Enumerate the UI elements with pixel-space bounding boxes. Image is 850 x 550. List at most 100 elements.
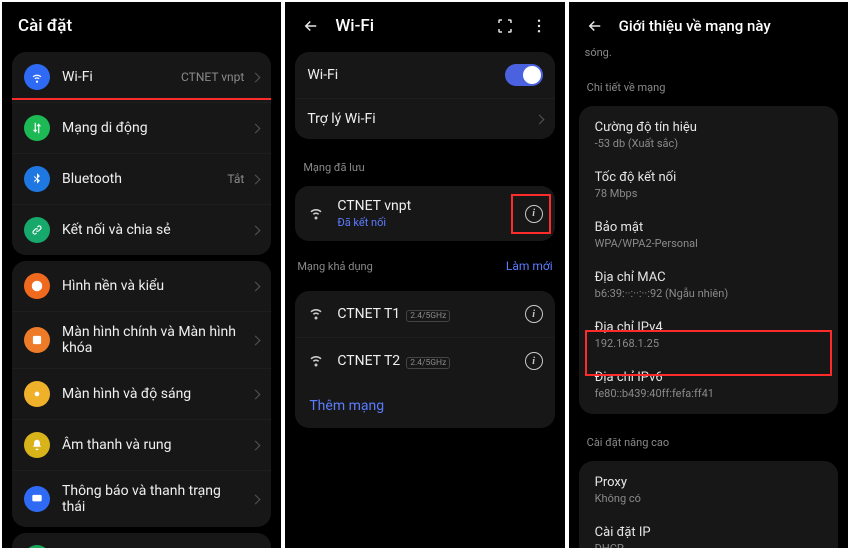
row-label: Wi-Fi: [62, 69, 169, 85]
wifi-assistant-row[interactable]: Trợ lý Wi-Fi: [295, 98, 554, 139]
more-icon[interactable]: [529, 16, 549, 36]
header: Cài đặt: [2, 2, 281, 46]
chevron-right-icon: [251, 389, 261, 399]
chevron-right-icon: [251, 494, 261, 504]
saved-network-card: CTNET vnpt Đã kết nối i: [295, 186, 554, 241]
settings-row-notifications[interactable]: Thông báo và thanh trạng thái: [12, 470, 271, 527]
info-icon[interactable]: i: [525, 305, 543, 323]
chevron-right-icon: [251, 72, 261, 82]
scan-icon[interactable]: [495, 16, 515, 36]
detail-security: Bảo mật WPA/WPA2-Personal: [579, 210, 838, 260]
detail-proxy[interactable]: Proxy Không có: [579, 465, 838, 515]
detail-label: Địa chỉ IPv4: [595, 320, 822, 335]
info-icon[interactable]: i: [525, 352, 543, 370]
advanced-label: Cài đặt nâng cao: [569, 420, 848, 455]
ssid: CTNET vnpt: [337, 198, 512, 214]
settings-row-brightness[interactable]: Màn hình và độ sáng: [12, 368, 271, 419]
page-title: Giới thiệu về mạng này: [619, 17, 771, 35]
detail-label: Địa chỉ MAC: [595, 270, 822, 285]
chevron-right-icon: [251, 174, 261, 184]
home-icon: [24, 327, 50, 353]
available-networks-card: CTNET T12.4/5GHz i CTNET T22.4/5GHz i Th…: [295, 291, 554, 428]
network-details-label: Chi tiết về mạng: [569, 65, 848, 100]
network-row-connected[interactable]: CTNET vnpt Đã kết nối i: [295, 186, 554, 241]
comment-icon: [24, 486, 50, 512]
arrows-icon: [24, 115, 50, 141]
chevron-right-icon: [251, 123, 261, 133]
back-button[interactable]: [301, 16, 321, 36]
detail-speed: Tốc độ kết nối 78 Mbps: [579, 160, 838, 210]
detail-ipv6: Địa chỉ IPv6 fe80::b439:40ff:fefa:ff41: [579, 360, 838, 410]
settings-row-wifi[interactable]: Wi-Fi CTNET vnpt: [12, 52, 271, 102]
detail-value: Không có: [595, 492, 822, 505]
row-label: Thông báo và thanh trạng thái: [62, 483, 240, 515]
bluetooth-icon: [24, 166, 50, 192]
detail-value: b6:39:··:··:··:92 (Ngẫu nhiên): [595, 287, 822, 300]
wifi-lock-icon: [307, 350, 325, 372]
wifi-toggle-row[interactable]: Wi-Fi: [295, 52, 554, 98]
palette-icon: [24, 273, 50, 299]
page-title: Wi-Fi: [335, 16, 374, 36]
detail-label: Cài đặt IP: [595, 525, 822, 540]
detail-label: Địa chỉ IPv6: [595, 370, 822, 385]
connection-status: Đã kết nối: [337, 216, 512, 229]
refresh-link[interactable]: Làm mới: [506, 259, 553, 273]
row-label: Kết nối và chia sẻ: [62, 222, 240, 238]
back-button[interactable]: [585, 16, 605, 36]
display-group: Hình nền và kiểu Màn hình chính và Màn h…: [12, 261, 271, 527]
wifi-icon: [24, 64, 50, 90]
detail-label: Cường độ tín hiệu: [595, 120, 822, 135]
settings-row-connect-share[interactable]: Kết nối và chia sẻ: [12, 204, 271, 255]
row-status: CTNET vnpt: [181, 70, 244, 84]
wifi-lock-icon: [307, 303, 325, 325]
advanced-card: Proxy Không có Cài đặt IP DHCP: [579, 461, 838, 548]
detail-label: Bảo mật: [595, 220, 822, 235]
wifi-toggle[interactable]: [505, 64, 543, 86]
chevron-right-icon: [251, 225, 261, 235]
detail-value: fe80::b439:40ff:fefa:ff41: [595, 387, 822, 400]
bell-icon: [24, 432, 50, 458]
saved-networks-label: Mạng đã lưu: [285, 145, 564, 180]
detail-ipv4: Địa chỉ IPv4 192.168.1.25: [579, 310, 838, 360]
available-label: Mạng khả dụng: [297, 260, 372, 273]
settings-row-home-lock[interactable]: Màn hình chính và Màn hình khóa: [12, 311, 271, 368]
chevron-right-icon: [251, 335, 261, 345]
phone-settings-main: Cài đặt Wi-Fi CTNET vnpt Mạng di động Bl…: [2, 2, 281, 548]
row-label: Wi-Fi: [307, 67, 492, 83]
chevron-right-icon: [251, 440, 261, 450]
chevron-right-icon: [534, 114, 544, 124]
detail-ip-settings[interactable]: Cài đặt IP DHCP: [579, 515, 838, 548]
row-label: Màn hình chính và Màn hình khóa: [62, 324, 240, 356]
row-label: Hình nền và kiểu: [62, 278, 240, 294]
network-details-card: Cường độ tín hiệu -53 db (Xuất sắc) Tốc …: [579, 106, 838, 414]
settings-row-mobile-data[interactable]: Mạng di động: [12, 102, 271, 153]
wifi-toggle-card: Wi-Fi Trợ lý Wi-Fi: [295, 52, 554, 139]
wifi-icon: [307, 203, 325, 225]
settings-row-apps[interactable]: Ứng dụng: [12, 533, 271, 548]
ssid: CTNET T12.4/5GHz: [337, 306, 512, 322]
detail-label: Proxy: [595, 475, 822, 490]
available-networks-header: Mạng khả dụng Làm mới: [285, 247, 564, 285]
network-row[interactable]: CTNET T12.4/5GHz i: [295, 291, 554, 337]
connectivity-group: Wi-Fi CTNET vnpt Mạng di động Bluetooth …: [12, 52, 271, 255]
network-row[interactable]: CTNET T22.4/5GHz i: [295, 337, 554, 384]
row-label: Bluetooth: [62, 171, 215, 187]
detail-label: Tốc độ kết nối: [595, 170, 822, 185]
settings-row-wallpaper[interactable]: Hình nền và kiểu: [12, 261, 271, 311]
row-label: Màn hình và độ sáng: [62, 386, 240, 402]
detail-value: WPA/WPA2-Personal: [595, 237, 822, 250]
detail-value: DHCP: [595, 542, 822, 548]
info-icon[interactable]: i: [525, 205, 543, 223]
band-badge: 2.4/5GHz: [406, 310, 450, 322]
settings-row-bluetooth[interactable]: Bluetooth Tắt: [12, 153, 271, 204]
detail-value: 78 Mbps: [595, 187, 822, 200]
settings-row-sound[interactable]: Âm thanh và rung: [12, 419, 271, 470]
row-label: Trợ lý Wi-Fi: [307, 111, 523, 127]
apps-group: Ứng dụng: [12, 533, 271, 548]
grid-icon: [24, 545, 50, 548]
add-network-link[interactable]: Thêm mạng: [295, 384, 554, 428]
link-icon: [24, 217, 50, 243]
truncated-text: sóng.: [569, 46, 848, 65]
sun-icon: [24, 381, 50, 407]
ssid: CTNET T22.4/5GHz: [337, 353, 512, 369]
